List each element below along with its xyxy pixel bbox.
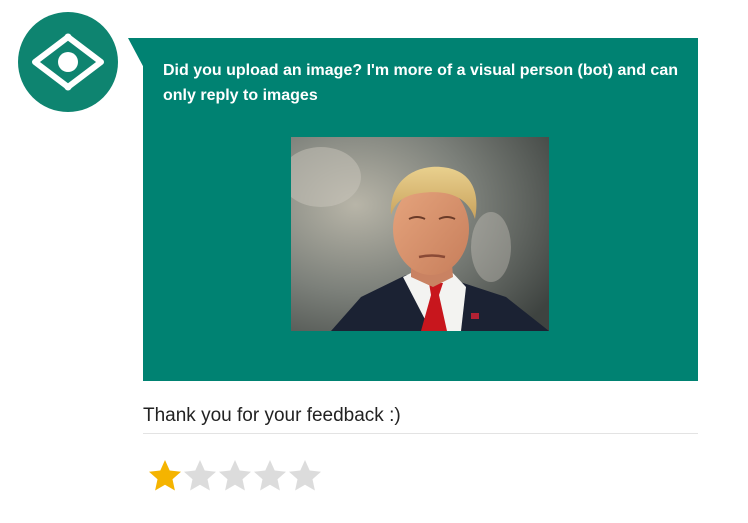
eye-icon	[32, 33, 104, 91]
message-bubble-tail	[128, 38, 144, 68]
bot-message-bubble: Did you upload an image? I'm more of a v…	[143, 38, 698, 381]
message-photo	[291, 137, 549, 331]
star-icon-2[interactable]	[182, 458, 218, 494]
star-icon-3[interactable]	[217, 458, 253, 494]
feedback-message: Thank you for your feedback :)	[143, 405, 698, 434]
bot-message-text: Did you upload an image? I'm more of a v…	[163, 62, 678, 104]
star-icon-1[interactable]	[147, 458, 183, 494]
star-icon-4[interactable]	[252, 458, 288, 494]
bot-avatar	[18, 12, 118, 112]
rating-stars[interactable]	[147, 458, 322, 494]
star-icon-5[interactable]	[287, 458, 323, 494]
